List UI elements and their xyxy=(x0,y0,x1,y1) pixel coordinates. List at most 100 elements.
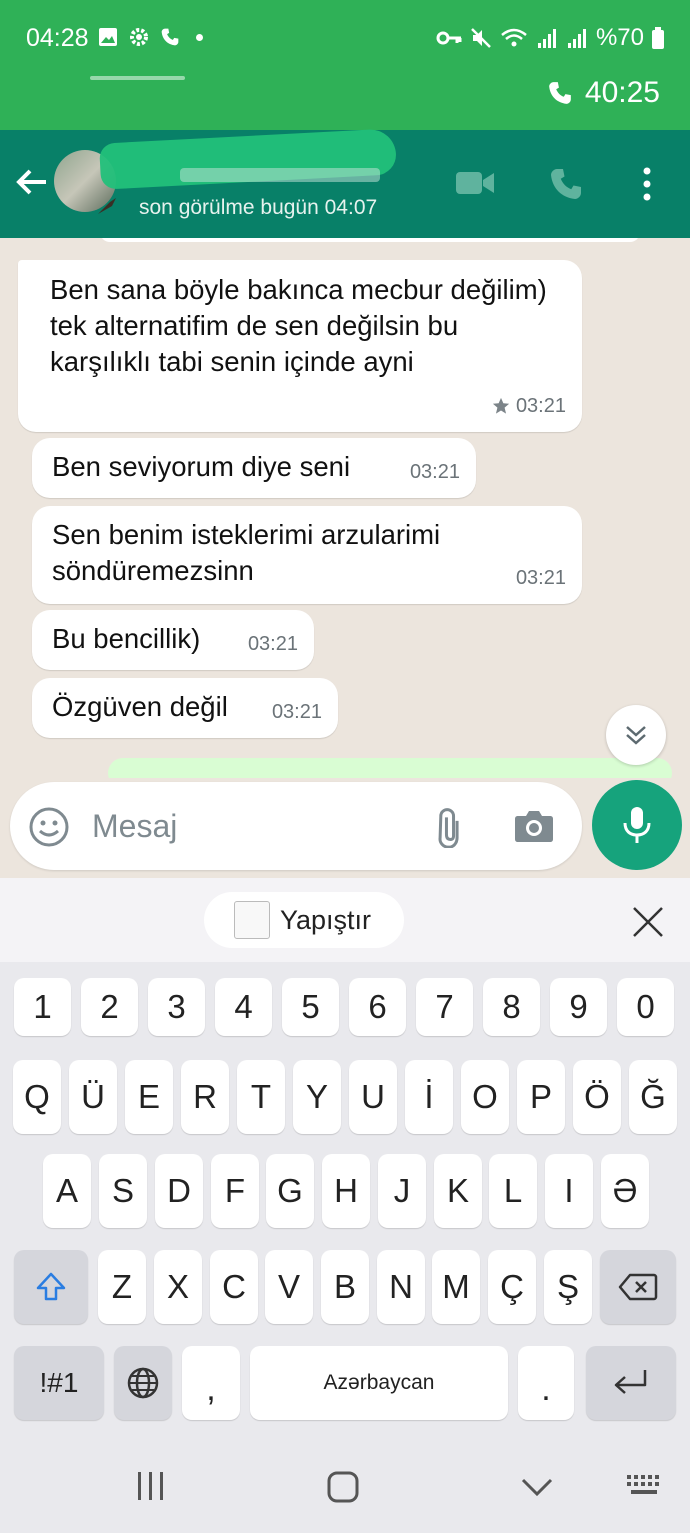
back-chevron-icon[interactable] xyxy=(520,1476,554,1498)
key[interactable]: 9 xyxy=(550,978,607,1036)
message-time: 03:21 xyxy=(247,633,298,655)
key[interactable]: Ü xyxy=(69,1060,117,1134)
enter-icon xyxy=(614,1370,647,1394)
comma-key[interactable]: , xyxy=(182,1346,240,1420)
key[interactable]: 2 xyxy=(81,978,138,1036)
message-time: 03:21 xyxy=(515,567,566,589)
key[interactable]: İ xyxy=(405,1060,453,1134)
key[interactable]: D xyxy=(155,1154,203,1228)
chat-header: son görülme bugün 04:07 xyxy=(0,128,690,238)
voice-message-button[interactable] xyxy=(592,780,682,870)
key[interactable]: 4 xyxy=(215,978,272,1036)
key[interactable]: Z xyxy=(98,1250,146,1324)
phone-icon xyxy=(549,82,571,104)
key[interactable]: E xyxy=(125,1060,173,1134)
composer-bar xyxy=(0,778,690,878)
key[interactable]: M xyxy=(432,1250,480,1324)
message-bubble[interactable]: Bu bencillik) 03:21 xyxy=(32,610,314,670)
battery-level: %70 xyxy=(595,24,644,51)
globe-icon xyxy=(127,1367,159,1399)
key[interactable]: K xyxy=(434,1154,482,1228)
message-input-container[interactable] xyxy=(10,782,582,870)
status-time: 04:28 xyxy=(26,24,89,52)
chat-area[interactable]: Ben sana böyle bakınca mecbur değilim) t… xyxy=(0,238,690,780)
gallery-icon xyxy=(99,28,117,46)
key[interactable]: Ə xyxy=(601,1154,649,1228)
back-arrow-icon[interactable] xyxy=(14,164,50,200)
clipboard-thumbnail xyxy=(234,901,270,939)
paste-label: Yapıştır xyxy=(280,904,372,935)
key[interactable]: V xyxy=(265,1250,313,1324)
home-icon[interactable] xyxy=(326,1470,360,1504)
message-time: 03:21 xyxy=(515,395,566,417)
keyboard-switch-icon[interactable] xyxy=(626,1474,664,1498)
key[interactable]: Ş xyxy=(544,1250,592,1324)
key[interactable]: 3 xyxy=(148,978,205,1036)
key[interactable]: Ğ xyxy=(629,1060,677,1134)
battery-icon xyxy=(652,27,664,49)
shift-key[interactable] xyxy=(14,1250,88,1324)
message-input[interactable] xyxy=(92,802,392,850)
enter-key[interactable] xyxy=(586,1346,676,1420)
key[interactable]: N xyxy=(377,1250,425,1324)
key[interactable]: I xyxy=(545,1154,593,1228)
key[interactable]: X xyxy=(154,1250,202,1324)
voice-call-icon[interactable] xyxy=(548,166,584,202)
notification-dot-icon xyxy=(196,33,203,41)
message-text: Ben sana böyle bakınca mecbur değilim) t… xyxy=(50,274,547,377)
key[interactable]: R xyxy=(181,1060,229,1134)
message-bubble[interactable]: Özgüven değil 03:21 xyxy=(32,678,338,738)
mute-icon xyxy=(471,28,491,48)
close-icon[interactable] xyxy=(630,904,666,940)
signal-2-icon xyxy=(567,29,586,48)
microphone-icon xyxy=(623,807,651,843)
key[interactable]: P xyxy=(517,1060,565,1134)
message-bubble[interactable]: Sen benim isteklerimi arzularimi söndüre… xyxy=(32,506,582,604)
key[interactable]: Ç xyxy=(488,1250,536,1324)
key[interactable]: H xyxy=(322,1154,370,1228)
key[interactable]: F xyxy=(211,1154,259,1228)
key[interactable]: Y xyxy=(293,1060,341,1134)
key[interactable]: Ö xyxy=(573,1060,621,1134)
scroll-to-bottom-button[interactable] xyxy=(606,705,666,765)
language-key[interactable] xyxy=(114,1346,172,1420)
video-call-icon[interactable] xyxy=(456,168,496,198)
key[interactable]: B xyxy=(321,1250,369,1324)
emoji-icon[interactable] xyxy=(28,806,70,848)
key[interactable]: J xyxy=(378,1154,426,1228)
key[interactable]: A xyxy=(43,1154,91,1228)
space-key[interactable]: Azərbaycan xyxy=(250,1346,508,1420)
key[interactable]: 5 xyxy=(282,978,339,1036)
message-bubble[interactable]: Ben seviyorum diye seni 03:21 xyxy=(32,438,476,498)
key[interactable]: T xyxy=(237,1060,285,1134)
more-options-icon[interactable] xyxy=(640,166,654,202)
key[interactable]: S xyxy=(99,1154,147,1228)
backspace-icon xyxy=(618,1273,658,1301)
paste-chip[interactable]: Yapıştır xyxy=(204,892,404,948)
active-call-banner[interactable]: 40:25 xyxy=(547,76,660,110)
backspace-key[interactable] xyxy=(600,1250,676,1324)
key[interactable]: G xyxy=(266,1154,314,1228)
key[interactable]: U xyxy=(349,1060,397,1134)
avatar-badge-icon xyxy=(98,198,116,214)
period-key[interactable]: . xyxy=(518,1346,574,1420)
attach-icon[interactable] xyxy=(430,808,470,848)
key[interactable]: 7 xyxy=(416,978,473,1036)
signal-1-icon xyxy=(537,29,556,48)
key[interactable]: 6 xyxy=(349,978,406,1036)
message-bubble[interactable]: Ben sana böyle bakınca mecbur değilim) t… xyxy=(18,260,582,432)
key[interactable]: L xyxy=(489,1154,537,1228)
keyboard: 1 2 3 4 5 6 7 8 9 0 Q Ü E R T Y U İ O P … xyxy=(0,962,690,1533)
key[interactable]: 8 xyxy=(483,978,540,1036)
outgoing-bubble-peek xyxy=(108,758,672,780)
key-icon xyxy=(436,31,462,45)
key[interactable]: 1 xyxy=(14,978,71,1036)
last-seen-status: son görülme bugün 04:07 xyxy=(139,196,378,219)
key[interactable]: 0 xyxy=(617,978,674,1036)
symbols-key[interactable]: !#1 xyxy=(14,1346,104,1420)
key[interactable]: C xyxy=(210,1250,258,1324)
camera-icon[interactable] xyxy=(514,808,554,844)
key[interactable]: O xyxy=(461,1060,509,1134)
recent-apps-icon[interactable] xyxy=(134,1470,168,1502)
key[interactable]: Q xyxy=(13,1060,61,1134)
